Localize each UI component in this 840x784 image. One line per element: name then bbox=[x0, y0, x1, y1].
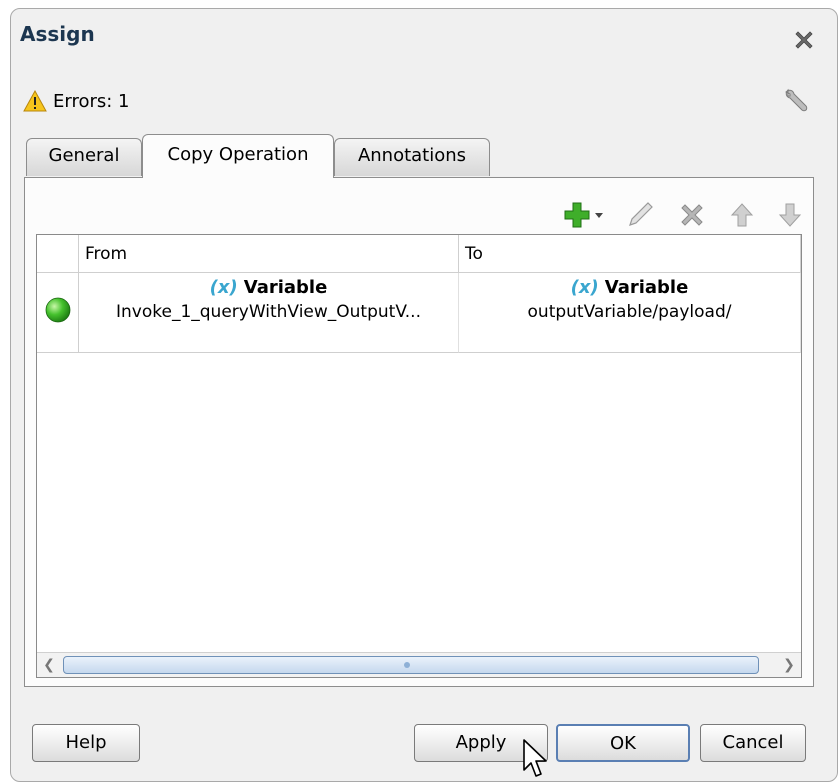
mouse-pointer-icon bbox=[523, 739, 547, 777]
status-column-header bbox=[37, 235, 79, 273]
tab-annotations[interactable]: Annotations bbox=[334, 138, 490, 176]
copy-rules-table: From To (x) Variable Invoke_1_queryWithVi… bbox=[36, 234, 802, 678]
scrollbar-grip-icon bbox=[404, 662, 410, 668]
from-type-label: Variable bbox=[243, 277, 328, 298]
tab-general[interactable]: General bbox=[26, 138, 142, 176]
from-value: Invoke_1_queryWithView_OutputV... bbox=[116, 302, 421, 322]
from-type: (x) Variable bbox=[79, 277, 458, 298]
variable-icon: (x) bbox=[209, 277, 238, 298]
variable-icon: (x) bbox=[570, 277, 599, 298]
wrench-icon[interactable] bbox=[782, 86, 812, 116]
cancel-button[interactable]: Cancel bbox=[700, 724, 806, 762]
ok-button[interactable]: OK bbox=[556, 724, 690, 762]
errors-label: Errors: 1 bbox=[53, 91, 130, 112]
close-icon[interactable] bbox=[792, 28, 816, 52]
horizontal-scrollbar[interactable]: ❮ ❯ bbox=[37, 652, 801, 677]
to-cell[interactable]: (x) Variable outputVariable/payload/ bbox=[459, 273, 801, 353]
scroll-right-icon[interactable]: ❯ bbox=[779, 655, 799, 675]
move-down-icon[interactable] bbox=[774, 199, 806, 231]
from-column-header[interactable]: From bbox=[79, 235, 459, 273]
status-ok-icon bbox=[45, 297, 70, 323]
edit-icon[interactable] bbox=[624, 199, 656, 231]
to-type-label: Variable bbox=[604, 277, 689, 298]
scroll-left-icon[interactable]: ❮ bbox=[39, 655, 59, 675]
tab-copy-operation[interactable]: Copy Operation bbox=[142, 134, 334, 178]
to-column-header[interactable]: To bbox=[459, 235, 801, 273]
to-type: (x) Variable bbox=[459, 277, 800, 298]
move-up-icon[interactable] bbox=[726, 199, 758, 231]
add-icon[interactable] bbox=[564, 199, 608, 231]
status-cell[interactable] bbox=[37, 273, 79, 353]
delete-icon[interactable] bbox=[676, 199, 708, 231]
from-cell[interactable]: (x) Variable Invoke_1_queryWithView_Outpu… bbox=[79, 273, 459, 353]
help-button[interactable]: Help bbox=[32, 724, 140, 762]
scrollbar-thumb[interactable] bbox=[63, 656, 759, 674]
dialog-title: Assign bbox=[20, 22, 95, 46]
to-value: outputVariable/payload/ bbox=[527, 302, 732, 322]
warning-icon bbox=[23, 90, 47, 112]
